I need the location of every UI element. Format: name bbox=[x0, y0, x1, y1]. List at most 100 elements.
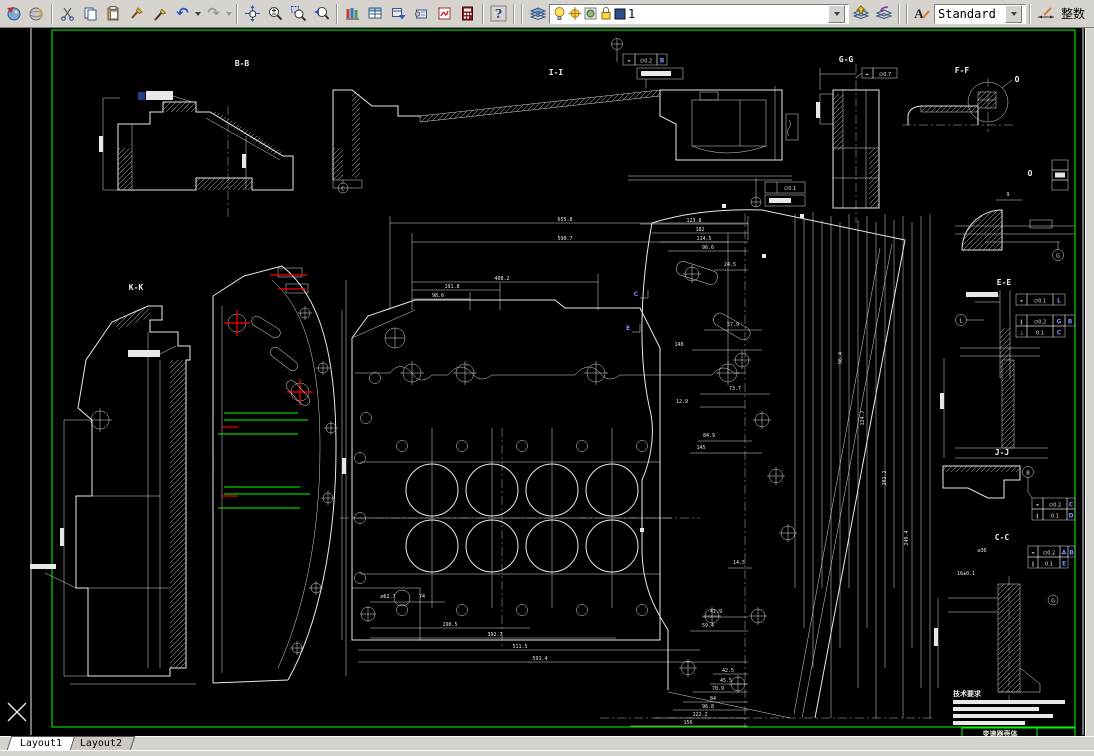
zoom-previous-button[interactable] bbox=[310, 2, 333, 25]
designcenter-button[interactable] bbox=[387, 2, 410, 25]
layer-color-swatch bbox=[614, 8, 626, 20]
svg-text:A: A bbox=[1062, 550, 1067, 557]
svg-text:16±0.1: 16±0.1 bbox=[957, 571, 975, 577]
svg-text:191.8: 191.8 bbox=[444, 284, 459, 290]
svg-text:B: B bbox=[1069, 550, 1074, 557]
markup-button[interactable] bbox=[433, 2, 456, 25]
view-ee: E-E L ⌖ ∅0.1 L ∥ ∅0.2 G B ⊥ 0.1 C bbox=[940, 278, 1076, 459]
svg-text:J-J: J-J bbox=[995, 448, 1009, 457]
svg-text:655.8: 655.8 bbox=[557, 217, 572, 223]
calculator-icon bbox=[462, 6, 473, 21]
pan-button[interactable] bbox=[241, 2, 264, 25]
svg-text:59.4: 59.4 bbox=[702, 623, 714, 629]
svg-text:G: G bbox=[1057, 319, 1062, 326]
layer-name: 1 bbox=[628, 6, 636, 21]
detail-upper: 9 G O bbox=[955, 159, 1075, 261]
view-gg: G-G ⌖ ∅0.7 bbox=[816, 55, 898, 223]
help-button[interactable]: ? bbox=[487, 2, 510, 25]
svg-text:G-G: G-G bbox=[839, 55, 854, 64]
scissors-icon bbox=[61, 7, 74, 21]
view-right: 123.8 182 114.5 96.6 24.5 57.9 140 73.7 … bbox=[600, 204, 935, 728]
match-properties-button[interactable] bbox=[125, 2, 148, 25]
undo-dropdown[interactable] bbox=[195, 11, 201, 16]
svg-text:∅0.2: ∅0.2 bbox=[1034, 320, 1046, 326]
svg-text:145: 145 bbox=[696, 445, 705, 451]
pan-hand-icon bbox=[245, 5, 260, 22]
svg-text:A: A bbox=[914, 6, 924, 21]
redo-dropdown[interactable] bbox=[226, 11, 232, 16]
svg-text:124.7: 124.7 bbox=[860, 410, 866, 425]
layer-combo-arrow[interactable] bbox=[828, 4, 845, 23]
svg-text:L: L bbox=[1057, 298, 1061, 305]
svg-text:123.8: 123.8 bbox=[686, 218, 701, 224]
svg-text:G: G bbox=[1056, 254, 1060, 260]
svg-text:D: D bbox=[1069, 513, 1074, 520]
svg-text:70.9: 70.9 bbox=[712, 686, 724, 692]
layer-previous-icon bbox=[875, 6, 892, 20]
calculator-button[interactable] bbox=[456, 2, 479, 25]
svg-text:⌖: ⌖ bbox=[1036, 503, 1039, 509]
zoom-window-button[interactable] bbox=[287, 2, 310, 25]
svg-text:45.5: 45.5 bbox=[720, 678, 732, 684]
edit-marker-button[interactable] bbox=[148, 2, 171, 25]
copy-button[interactable] bbox=[79, 2, 102, 25]
svg-text:B: B bbox=[1068, 319, 1073, 326]
layer-manager-button[interactable] bbox=[526, 2, 549, 25]
layer-vpfreeze-icon bbox=[584, 6, 598, 21]
svg-text:156: 156 bbox=[683, 720, 692, 726]
cut-button[interactable] bbox=[56, 2, 79, 25]
zoom-realtime-icon bbox=[269, 7, 283, 21]
redo-button[interactable]: ↷ bbox=[202, 2, 225, 25]
svg-text:⌖: ⌖ bbox=[628, 59, 631, 65]
separator bbox=[521, 3, 523, 24]
svg-text:41.9: 41.9 bbox=[710, 609, 722, 615]
zoom-realtime-button[interactable] bbox=[264, 2, 287, 25]
dropdown-arrow-icon bbox=[833, 11, 840, 16]
svg-text:F-F: F-F bbox=[955, 66, 970, 75]
layer-lock-icon bbox=[600, 6, 612, 21]
svg-text:408.2: 408.2 bbox=[494, 276, 509, 282]
svg-text:74: 74 bbox=[419, 594, 425, 600]
svg-text:84.9: 84.9 bbox=[703, 433, 715, 439]
separator bbox=[1029, 3, 1031, 24]
drawing-canvas[interactable]: B-B I-I C ⌖ ∅0.2 B ∅0.1 G-G ⌖ ∅0.7 F-F O… bbox=[0, 28, 1085, 738]
layer-previous-button[interactable] bbox=[872, 2, 895, 25]
paste-button[interactable] bbox=[102, 2, 125, 25]
svg-text:⊥: ⊥ bbox=[1019, 331, 1023, 337]
svg-text:96.6: 96.6 bbox=[702, 245, 714, 251]
plan-bolt-holes bbox=[354, 327, 648, 616]
svg-text:0.1: 0.1 bbox=[1036, 331, 1044, 337]
svg-text:14.5: 14.5 bbox=[733, 560, 745, 566]
text-style-button[interactable]: A bbox=[911, 2, 934, 25]
tab-layout1[interactable]: Layout1 bbox=[6, 736, 76, 750]
svg-text:84: 84 bbox=[710, 696, 716, 702]
sheet-manager-button[interactable] bbox=[410, 2, 433, 25]
make-object-layer-current-button[interactable] bbox=[849, 2, 872, 25]
object-properties-button[interactable] bbox=[364, 2, 387, 25]
svg-text:122.2: 122.2 bbox=[692, 712, 707, 718]
svg-text:?: ? bbox=[495, 7, 502, 21]
dim-style-button[interactable] bbox=[1034, 2, 1057, 25]
layer-properties-button[interactable] bbox=[341, 2, 364, 25]
svg-text:96.8: 96.8 bbox=[702, 704, 714, 710]
svg-text:C: C bbox=[1057, 330, 1062, 337]
vertical-scrollbar[interactable] bbox=[1085, 28, 1094, 736]
svg-text:24.5: 24.5 bbox=[724, 262, 736, 268]
hyperlink-button[interactable] bbox=[25, 2, 48, 25]
svg-text:57.9: 57.9 bbox=[727, 322, 739, 328]
main-toolbar: ↶ ↷ ? 1 A Standard 整数 bbox=[0, 0, 1094, 28]
svg-text:∅0.2: ∅0.2 bbox=[1043, 551, 1055, 557]
svg-text:技术要求: 技术要求 bbox=[953, 689, 982, 698]
svg-text:C: C bbox=[634, 291, 639, 298]
layer-combo[interactable]: 1 bbox=[549, 3, 849, 24]
text-style-combo[interactable]: Standard bbox=[934, 3, 1026, 24]
svg-text:98.6: 98.6 bbox=[432, 293, 444, 299]
rim-bolt-circles bbox=[400, 361, 740, 385]
svg-text:73.7: 73.7 bbox=[729, 386, 741, 392]
text-style-combo-arrow[interactable] bbox=[1005, 4, 1022, 23]
globe-gray-icon bbox=[29, 7, 43, 21]
publish-web-button[interactable] bbox=[2, 2, 25, 25]
tab-layout2[interactable]: Layout2 bbox=[66, 736, 136, 750]
undo-button[interactable]: ↶ bbox=[171, 2, 194, 25]
brush-icon bbox=[131, 7, 143, 19]
